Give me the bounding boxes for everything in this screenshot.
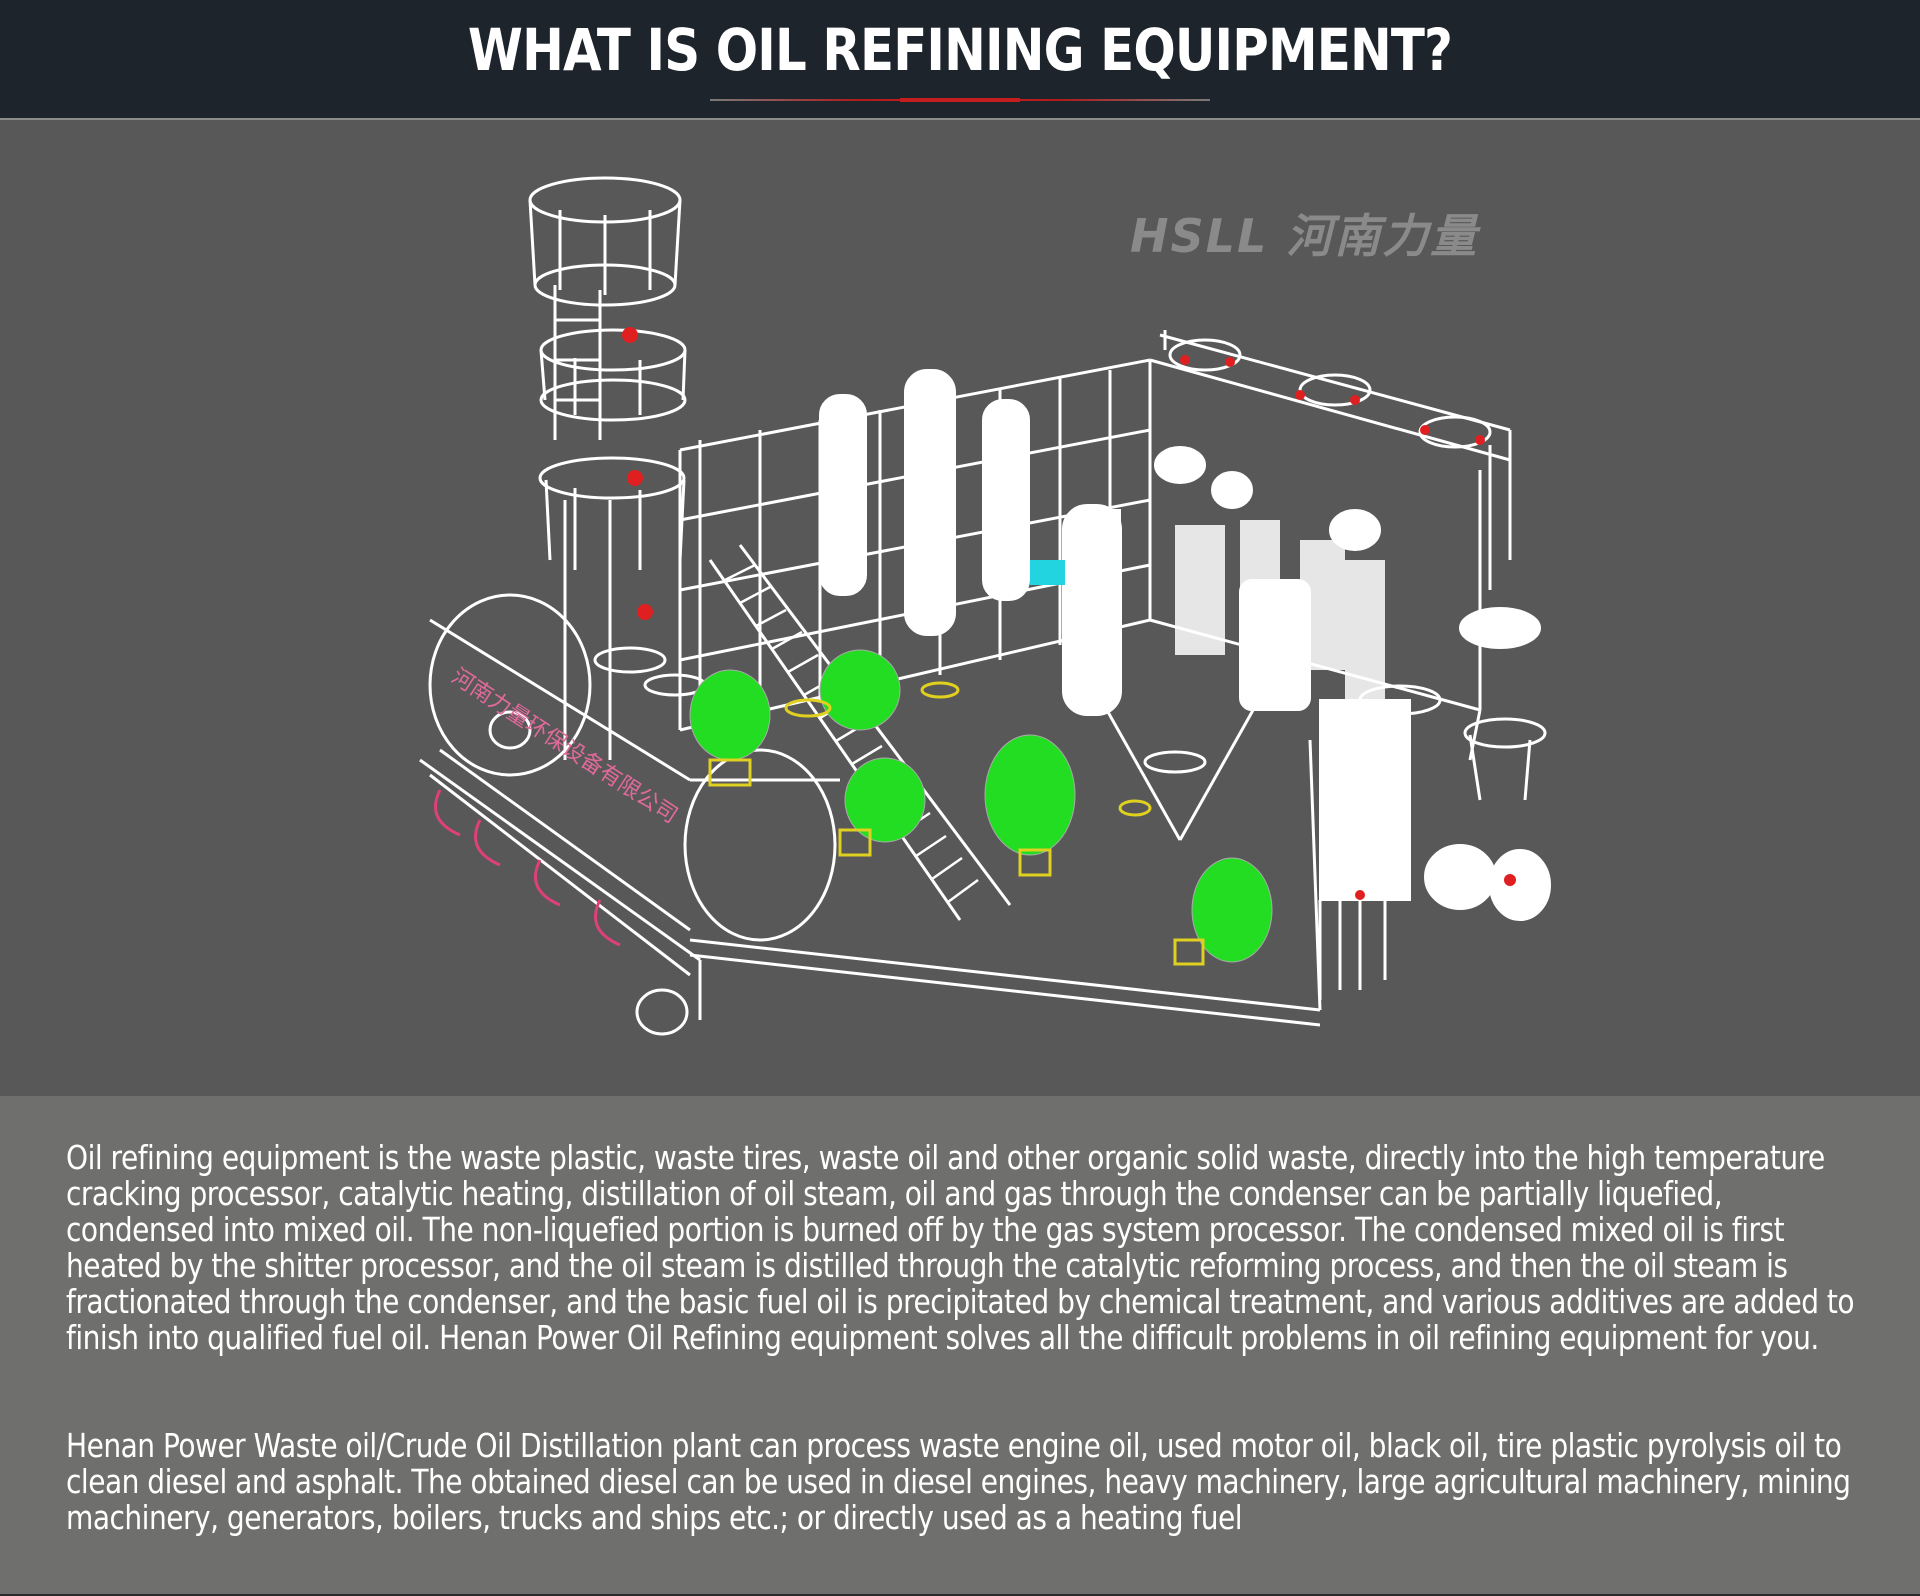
tank-label-text: 河南力量环保设备有限公司 xyxy=(447,664,682,829)
watermark-logo: HSLL 河南力量 xyxy=(1130,209,1479,263)
description-paragraph-2: Henan Power Waste oil/Crude Oil Distilla… xyxy=(66,1426,1851,1537)
tank-label: 河南力量环保设备有限公司 xyxy=(447,664,682,829)
description-paragraph-1: Oil refining equipment is the waste plas… xyxy=(66,1138,1855,1357)
equipment-wireframe-illustration xyxy=(419,176,1551,1036)
title-underline-accent xyxy=(900,98,1020,102)
page-title: WHAT IS OIL REFINING EQUIPMENT? xyxy=(467,16,1453,84)
